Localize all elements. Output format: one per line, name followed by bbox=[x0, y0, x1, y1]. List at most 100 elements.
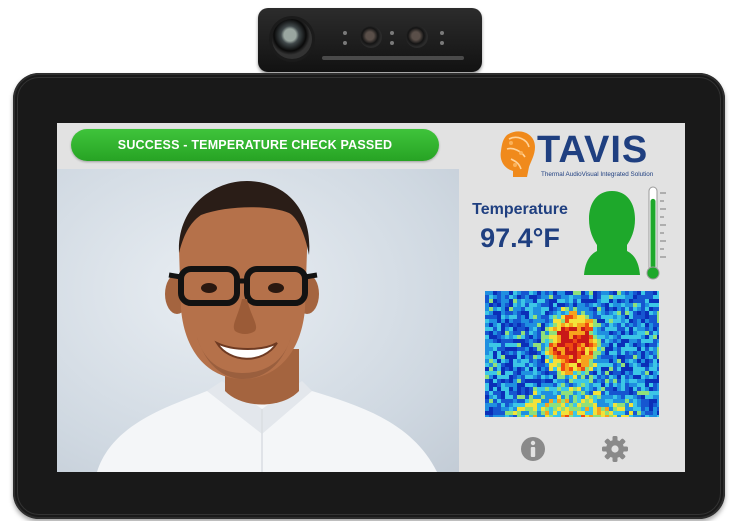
thermal-pixel bbox=[565, 335, 569, 339]
thermal-pixel bbox=[621, 291, 625, 295]
thermal-pixel bbox=[493, 335, 497, 339]
thermal-pixel bbox=[545, 319, 549, 323]
thermal-pixel bbox=[617, 331, 621, 335]
thermal-pixel bbox=[545, 399, 549, 403]
thermal-pixel bbox=[593, 327, 597, 331]
thermal-pixel bbox=[501, 363, 505, 367]
thermal-pixel bbox=[625, 331, 629, 335]
thermal-pixel bbox=[577, 383, 581, 387]
thermal-pixel bbox=[485, 367, 489, 371]
thermal-pixel bbox=[605, 403, 609, 407]
thermal-pixel bbox=[557, 347, 561, 351]
thermal-pixel bbox=[489, 291, 493, 295]
thermal-pixel bbox=[585, 371, 589, 375]
thermal-pixel bbox=[533, 303, 537, 307]
thermal-pixel bbox=[493, 307, 497, 311]
thermal-pixel bbox=[629, 407, 633, 411]
thermal-pixel bbox=[561, 323, 565, 327]
thermal-pixel bbox=[565, 367, 569, 371]
thermal-pixel bbox=[501, 323, 505, 327]
thermal-pixel bbox=[509, 391, 513, 395]
thermal-pixel bbox=[617, 379, 621, 383]
thermal-pixel bbox=[577, 303, 581, 307]
thermal-pixel bbox=[557, 315, 561, 319]
thermal-pixel bbox=[585, 295, 589, 299]
thermal-pixel bbox=[581, 339, 585, 343]
thermal-pixel bbox=[541, 391, 545, 395]
thermal-pixel bbox=[509, 327, 513, 331]
thermal-pixel bbox=[609, 367, 613, 371]
thermal-pixel bbox=[537, 395, 541, 399]
thermal-pixel bbox=[557, 399, 561, 403]
camera-led bbox=[390, 31, 394, 35]
thermal-pixel bbox=[609, 363, 613, 367]
thermal-pixel bbox=[589, 407, 593, 411]
thermal-pixel bbox=[521, 347, 525, 351]
thermal-pixel bbox=[561, 295, 565, 299]
thermal-pixel bbox=[521, 339, 525, 343]
thermal-pixel bbox=[505, 291, 509, 295]
thermal-pixel bbox=[537, 359, 541, 363]
thermal-pixel bbox=[505, 331, 509, 335]
thermal-pixel bbox=[529, 367, 533, 371]
thermal-pixel bbox=[617, 399, 621, 403]
thermal-pixel bbox=[597, 399, 601, 403]
thermal-pixel bbox=[565, 359, 569, 363]
thermal-pixel bbox=[585, 379, 589, 383]
thermal-pixel bbox=[509, 383, 513, 387]
thermal-pixel bbox=[621, 375, 625, 379]
thermal-pixel bbox=[637, 323, 641, 327]
thermal-pixel bbox=[621, 359, 625, 363]
thermal-pixel bbox=[549, 379, 553, 383]
thermal-pixel bbox=[497, 383, 501, 387]
thermal-pixel bbox=[561, 387, 565, 391]
thermal-pixel bbox=[517, 303, 521, 307]
thermal-pixel bbox=[533, 315, 537, 319]
thermal-pixel bbox=[497, 347, 501, 351]
thermal-pixel bbox=[601, 363, 605, 367]
thermal-pixel bbox=[533, 347, 537, 351]
thermal-pixel bbox=[533, 351, 537, 355]
thermal-pixel bbox=[609, 347, 613, 351]
thermal-pixel bbox=[545, 411, 549, 415]
thermal-pixel bbox=[645, 335, 649, 339]
thermal-pixel bbox=[553, 347, 557, 351]
thermal-pixel bbox=[657, 351, 659, 355]
thermal-pixel bbox=[593, 403, 597, 407]
thermal-pixel bbox=[589, 403, 593, 407]
thermal-pixel bbox=[605, 311, 609, 315]
thermal-pixel bbox=[513, 319, 517, 323]
thermal-pixel bbox=[593, 291, 597, 295]
thermal-pixel bbox=[585, 359, 589, 363]
thermal-pixel bbox=[485, 383, 489, 387]
thermal-pixel bbox=[621, 367, 625, 371]
thermal-pixel bbox=[489, 307, 493, 311]
thermal-pixel bbox=[549, 411, 553, 415]
thermal-pixel bbox=[489, 371, 493, 375]
camera-lens bbox=[272, 19, 312, 59]
thermal-pixel bbox=[545, 387, 549, 391]
thermal-pixel bbox=[497, 415, 501, 417]
thermal-pixel bbox=[513, 327, 517, 331]
thermal-pixel bbox=[633, 391, 637, 395]
thermal-pixel bbox=[645, 403, 649, 407]
thermal-pixel bbox=[557, 295, 561, 299]
thermal-pixel bbox=[649, 299, 653, 303]
thermal-pixel bbox=[497, 291, 501, 295]
thermal-pixel bbox=[537, 391, 541, 395]
thermal-pixel bbox=[653, 367, 657, 371]
thermal-pixel bbox=[649, 371, 653, 375]
thermal-pixel bbox=[545, 315, 549, 319]
gear-icon[interactable] bbox=[601, 435, 629, 463]
thermal-pixel bbox=[489, 399, 493, 403]
thermal-pixel bbox=[585, 319, 589, 323]
info-icon[interactable] bbox=[519, 435, 547, 463]
thermal-pixel bbox=[573, 407, 577, 411]
thermal-pixel bbox=[589, 371, 593, 375]
thermal-pixel bbox=[541, 307, 545, 311]
thermal-pixel bbox=[577, 319, 581, 323]
thermal-pixel bbox=[653, 363, 657, 367]
thermal-pixel bbox=[485, 343, 489, 347]
thermal-pixel bbox=[533, 339, 537, 343]
thermal-pixel bbox=[597, 371, 601, 375]
